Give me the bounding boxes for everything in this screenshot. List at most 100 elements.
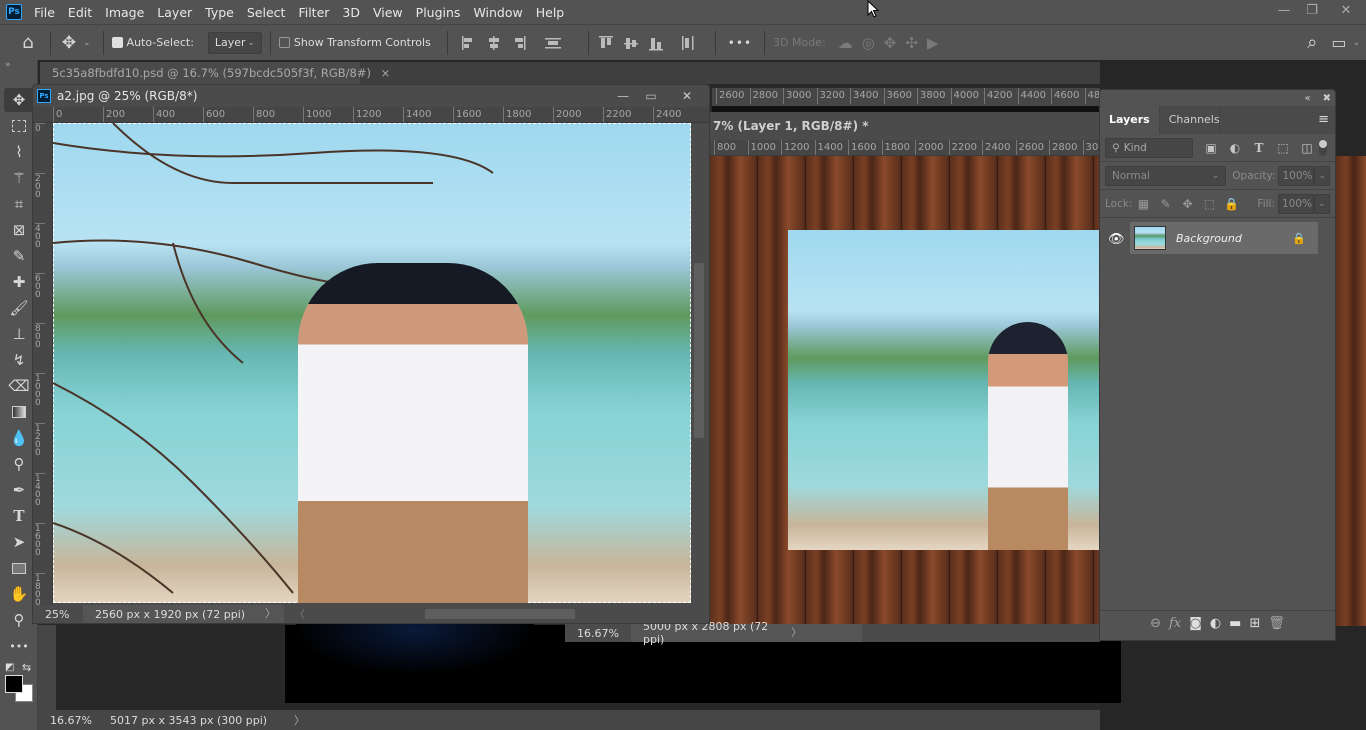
lock-image-pixels-icon[interactable]: ✎ <box>1154 197 1176 211</box>
brush-tool-icon[interactable]: 🖌 <box>4 296 34 320</box>
status-arrow-icon[interactable]: 〉 <box>265 605 284 623</box>
healing-brush-tool-icon[interactable]: ✚ <box>4 270 34 294</box>
zoom-tool-icon[interactable]: ⚲ <box>4 608 34 632</box>
workspace-icon[interactable]: ▭ <box>1331 33 1346 52</box>
swap-colors-icon[interactable]: ⇆ <box>22 661 31 674</box>
zoom-level[interactable]: 16.67% <box>565 627 631 640</box>
auto-select-target-dropdown[interactable]: Layer ⌄ <box>207 31 262 54</box>
show-transform-controls-checkbox[interactable] <box>278 37 290 48</box>
document-title[interactable]: 7% (Layer 1, RGB/8#) * <box>710 112 1100 140</box>
menu-edit[interactable]: Edit <box>68 5 92 20</box>
path-selection-tool-icon[interactable]: ➤ <box>4 530 34 554</box>
align-buttons[interactable] <box>460 33 580 53</box>
gradient-tool-icon[interactable] <box>4 400 34 424</box>
close-panel-icon[interactable]: ✖ <box>1323 93 1331 104</box>
opacity-dropdown-icon[interactable]: ⌄ <box>1314 165 1330 186</box>
ruler-origin[interactable] <box>33 107 53 123</box>
foreground-color-swatch[interactable] <box>5 675 23 693</box>
menu-type[interactable]: Type <box>205 5 234 20</box>
eraser-tool-icon[interactable]: ⌫ <box>4 374 34 398</box>
menu-window[interactable]: Window <box>473 5 522 20</box>
frame-tool-icon[interactable]: ⊠ <box>4 218 34 242</box>
minimize-button[interactable]: — <box>1270 0 1298 20</box>
document-title-bar[interactable]: Ps a2.jpg @ 25% (RGB/8*) — ▭ ✕ <box>33 85 709 107</box>
expand-panel-icon[interactable]: » <box>0 60 37 70</box>
doc-close-button[interactable]: ✕ <box>665 89 709 103</box>
layer-row-background[interactable]: Background 🔒 <box>1130 222 1318 254</box>
menu-3d[interactable]: 3D <box>342 5 360 20</box>
opacity-field[interactable]: 100% <box>1278 165 1315 186</box>
menu-file[interactable]: File <box>34 5 55 20</box>
menu-help[interactable]: Help <box>536 5 565 20</box>
align-vertical-buttons[interactable] <box>597 33 707 53</box>
scroll-left-icon[interactable]: 〈 <box>294 606 305 622</box>
zoom-level[interactable]: 16.67% <box>38 714 98 727</box>
lock-artboard-icon[interactable]: ⬚ <box>1198 197 1220 211</box>
marquee-tool-icon[interactable] <box>4 114 34 138</box>
fill-field[interactable]: 100% <box>1278 193 1314 214</box>
magic-wand-tool-icon[interactable]: ⚚ <box>4 166 34 190</box>
close-button[interactable]: ✕ <box>1326 0 1366 20</box>
visibility-eye-icon[interactable]: 👁 <box>1108 232 1125 247</box>
search-icon[interactable]: ⌕ <box>1307 32 1317 53</box>
filter-type-icon[interactable]: T <box>1247 141 1271 155</box>
lock-all-icon[interactable]: 🔒 <box>1220 197 1242 211</box>
clone-stamp-tool-icon[interactable]: ⊥ <box>4 322 34 346</box>
menu-image[interactable]: Image <box>105 5 144 20</box>
panel-menu-icon[interactable]: ≡ <box>1312 105 1335 134</box>
dodge-tool-icon[interactable]: ⚲ <box>4 452 34 476</box>
blend-mode-dropdown[interactable]: Normal ⌄ <box>1105 165 1227 186</box>
lock-position-icon[interactable]: ✥ <box>1176 197 1198 211</box>
lasso-tool-icon[interactable]: ⌇ <box>4 140 34 164</box>
doc-minimize-button[interactable]: — <box>609 89 637 103</box>
crop-tool-icon[interactable]: ⌗ <box>4 192 34 216</box>
filter-smart-object-icon[interactable]: ◫ <box>1295 141 1319 155</box>
vertical-scrollbar[interactable] <box>691 123 709 605</box>
new-layer-icon[interactable]: ⊞ <box>1249 616 1260 631</box>
filter-toggle[interactable] <box>1319 139 1327 156</box>
status-arrow-icon[interactable]: 〉 <box>791 624 862 642</box>
doc-maximize-button[interactable]: ▭ <box>637 89 665 103</box>
hand-tool-icon[interactable]: ✋ <box>4 582 34 606</box>
fx-icon[interactable]: fx <box>1169 616 1181 631</box>
filter-shape-icon[interactable]: ⬚ <box>1271 141 1295 155</box>
tab-layers[interactable]: Layers <box>1100 105 1160 134</box>
menu-layer[interactable]: Layer <box>157 5 192 20</box>
history-brush-tool-icon[interactable]: ↯ <box>4 348 34 372</box>
move-tool-icon[interactable]: ✥ <box>59 33 79 53</box>
edit-toolbar-icon[interactable]: ••• <box>4 634 34 658</box>
link-layers-icon[interactable]: ⊖ <box>1150 616 1161 631</box>
type-tool-icon[interactable]: T <box>4 504 34 528</box>
filter-pixel-icon[interactable]: ▣ <box>1199 141 1223 155</box>
menu-view[interactable]: View <box>373 5 403 20</box>
restore-button[interactable]: ❐ <box>1298 0 1326 20</box>
lock-transparent-pixels-icon[interactable]: ▦ <box>1132 197 1154 211</box>
tab-channels[interactable]: Channels <box>1159 105 1220 134</box>
layer-name[interactable]: Background <box>1176 232 1242 245</box>
rectangle-tool-icon[interactable] <box>4 556 34 580</box>
adjustment-layer-icon[interactable]: ◐ <box>1210 616 1221 631</box>
zoom-level[interactable]: 25% <box>33 608 83 621</box>
auto-select-checkbox[interactable] <box>111 37 123 48</box>
image-canvas-a2[interactable] <box>53 123 691 603</box>
home-icon[interactable]: ⌂ <box>14 32 42 53</box>
default-colors-icon[interactable]: ◩ <box>5 662 14 673</box>
layer-filter-dropdown[interactable]: ⚲ Kind <box>1105 137 1193 158</box>
filter-adjustment-icon[interactable]: ◐ <box>1223 141 1247 155</box>
move-tool-icon[interactable]: ✥ <box>4 88 34 112</box>
pen-tool-icon[interactable]: ✒ <box>4 478 34 502</box>
chevron-down-icon[interactable]: ⌄ <box>83 38 91 48</box>
menu-filter[interactable]: Filter <box>298 5 329 20</box>
eyedropper-tool-icon[interactable]: ✎ <box>4 244 34 268</box>
more-options-icon[interactable]: ••• <box>728 36 752 50</box>
new-group-icon[interactable]: ▬ <box>1229 616 1241 631</box>
scrollbar-thumb[interactable] <box>694 263 704 438</box>
menu-plugins[interactable]: Plugins <box>416 5 461 20</box>
collapse-panel-icon[interactable]: « <box>1304 93 1310 104</box>
menu-select[interactable]: Select <box>247 5 286 20</box>
horizontal-scrollbar-thumb[interactable] <box>425 609 575 619</box>
chevron-down-icon[interactable]: ⌄ <box>1352 38 1360 48</box>
delete-layer-icon[interactable]: 🗑 <box>1268 616 1285 631</box>
fill-dropdown-icon[interactable]: ⌄ <box>1314 193 1330 214</box>
status-arrow-icon[interactable]: 〉 <box>294 712 305 728</box>
